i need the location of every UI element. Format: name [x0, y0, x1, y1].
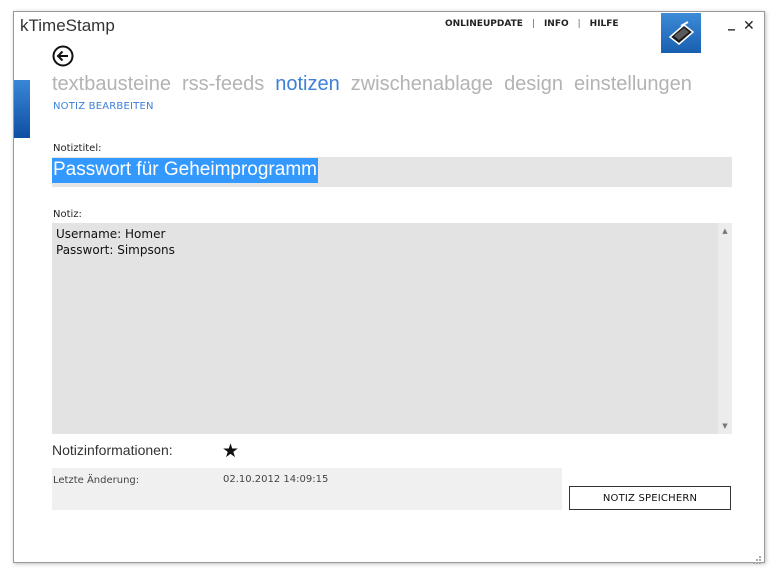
save-note-button[interactable]: NOTIZ SPEICHERN [569, 486, 731, 510]
close-button[interactable]: ✕ [743, 18, 755, 34]
tab-einstellungen[interactable]: einstellungen [574, 73, 692, 96]
last-change-label: Letzte Änderung: [53, 475, 140, 486]
note-label: Notiz: [53, 209, 82, 220]
back-arrow-icon [52, 45, 74, 67]
menu-hilfe[interactable]: HILFE [590, 19, 619, 29]
top-menu: ONLINEUPDATE | INFO | HILFE [445, 19, 619, 29]
scroll-down-icon[interactable]: ▼ [718, 420, 732, 432]
scroll-up-icon[interactable]: ▲ [718, 225, 732, 237]
menu-onlineupdate[interactable]: ONLINEUPDATE [445, 19, 523, 29]
tab-design[interactable]: design [504, 73, 563, 96]
note-title-value: Passwort für Geheimprogramm [52, 158, 318, 183]
menu-separator: | [531, 19, 535, 29]
note-text-value: Username: Homer Passwort: Simpsons [56, 227, 175, 257]
last-change-value: 02.10.2012 14:09:15 [223, 474, 329, 485]
back-button[interactable] [52, 45, 74, 67]
note-scrollbar[interactable]: ▲ ▼ [718, 223, 732, 434]
info-box: Letzte Änderung: 02.10.2012 14:09:15 [52, 468, 562, 510]
note-title-input[interactable]: Passwort für Geheimprogramm [52, 157, 732, 187]
menu-separator: | [577, 19, 581, 29]
info-heading: Notizinformationen: [52, 442, 173, 458]
tab-zwischenablage[interactable]: zwischenablage [351, 73, 493, 96]
tab-rss-feeds[interactable]: rss-feeds [182, 73, 264, 96]
resize-grip-icon[interactable] [752, 550, 762, 564]
minimize-button[interactable]: _ [728, 15, 735, 31]
app-logo-icon [661, 13, 701, 53]
main-nav: textbausteine rss-feeds notizen zwischen… [52, 73, 692, 96]
app-window: kTimeStamp ONLINEUPDATE | INFO | HILFE _… [13, 11, 765, 564]
stamp-icon [668, 21, 695, 45]
grip-dots-icon [753, 556, 761, 564]
note-textarea[interactable]: Username: Homer Passwort: Simpsons ▲ ▼ [52, 223, 732, 434]
subnav-notiz-bearbeiten[interactable]: NOTIZ BEARBEITEN [53, 101, 154, 112]
tab-textbausteine[interactable]: textbausteine [52, 73, 171, 96]
tab-notizen[interactable]: notizen [275, 73, 340, 96]
star-icon[interactable]: ★ [222, 440, 239, 462]
title-label: Notiztitel: [53, 143, 102, 154]
menu-info[interactable]: INFO [544, 19, 569, 29]
app-title: kTimeStamp [20, 16, 115, 35]
side-accent-bar [14, 80, 30, 138]
